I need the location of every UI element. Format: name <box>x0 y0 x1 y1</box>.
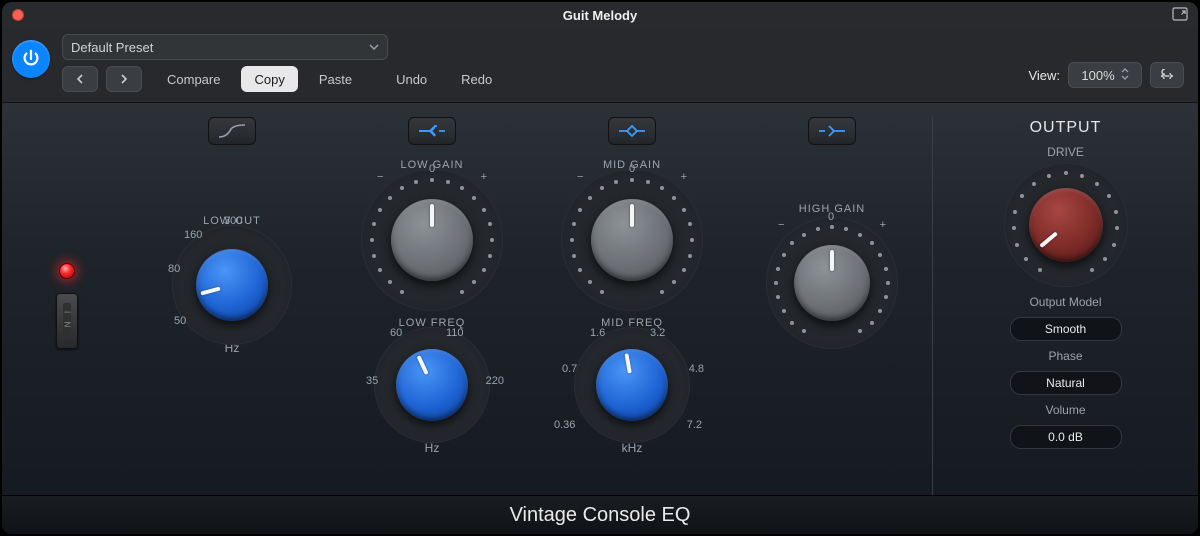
low-freq-unit: Hz <box>425 441 440 455</box>
high-enable-button[interactable] <box>808 117 856 145</box>
bell-icon <box>617 123 647 139</box>
stepper-sort-icon <box>1121 68 1129 83</box>
phase-label: Phase <box>1048 349 1082 363</box>
chevron-down-icon <box>369 40 379 55</box>
plugin-panel: I N LOW CUT <box>2 103 1198 534</box>
in-switch[interactable]: I N <box>56 293 78 349</box>
section-mid: MID GAIN − 0 + MID FREQ <box>532 117 732 495</box>
low-enable-button[interactable] <box>408 117 456 145</box>
highpass-icon <box>217 123 247 139</box>
mid-gain-plus: + <box>681 171 687 183</box>
signal-led <box>59 263 75 279</box>
midfreq-036: 0.36 <box>554 419 575 431</box>
lowfreq-110: 110 <box>446 327 464 339</box>
window-title: Guit Melody <box>563 8 637 23</box>
lowfreq-220: 220 <box>486 375 504 387</box>
view-label: View: <box>1028 68 1060 83</box>
plugin-footer: Vintage Console EQ <box>2 495 1198 534</box>
high-gain-zero: 0 <box>828 211 834 223</box>
phase-value: Natural <box>1046 376 1085 390</box>
section-output: OUTPUT DRIVE Output Model Smooth <box>932 117 1198 495</box>
volume-field[interactable]: 0.0 dB <box>1010 425 1122 449</box>
output-model-select[interactable]: Smooth <box>1010 317 1122 341</box>
view-zoom-value: 100% <box>1081 68 1114 83</box>
input-strip: I N <box>2 117 132 495</box>
midfreq-07: 0.7 <box>562 363 577 375</box>
midfreq-32: 3.2 <box>650 327 665 339</box>
low-gain-knob[interactable] <box>365 173 499 307</box>
lowcut-freq-knob[interactable] <box>180 233 284 337</box>
prev-preset-button[interactable] <box>62 66 98 92</box>
mid-freq-unit: kHz <box>622 441 643 455</box>
toolbar-left: Default Preset Compare Copy Paste Undo R… <box>62 34 505 92</box>
low-freq-knob[interactable] <box>380 333 484 437</box>
lowfreq-60: 60 <box>390 327 402 339</box>
lowcut-enable-button[interactable] <box>208 117 256 145</box>
high-gain-minus: − <box>778 219 784 231</box>
output-title: OUTPUT <box>1030 119 1102 137</box>
preset-name: Default Preset <box>71 40 153 55</box>
eq-sections: LOW CUT 50 80 160 300 Hz <box>132 117 1198 495</box>
section-low: LOW GAIN − 0 + LOW FREQ <box>332 117 532 495</box>
copy-button[interactable]: Copy <box>241 66 297 92</box>
titlebar: Guit Melody <box>2 2 1198 28</box>
highshelf-icon <box>817 123 847 139</box>
mid-gain-knob[interactable] <box>565 173 699 307</box>
tick-50: 50 <box>174 315 186 327</box>
volume-label: Volume <box>1045 403 1085 417</box>
undo-button[interactable]: Undo <box>383 66 440 92</box>
lowshelf-icon <box>417 123 447 139</box>
view-zoom-select[interactable]: 100% <box>1068 62 1142 88</box>
output-model-label: Output Model <box>1029 295 1101 309</box>
low-gain-plus: + <box>481 171 487 183</box>
high-gain-knob[interactable] <box>770 221 894 345</box>
mid-gain-minus: − <box>577 171 583 183</box>
toolbar-buttons: Compare Copy Paste Undo Redo <box>62 66 505 92</box>
plugin-name: Vintage Console EQ <box>510 504 691 527</box>
power-button[interactable] <box>12 40 50 78</box>
midfreq-48: 4.8 <box>689 363 704 375</box>
in-switch-label: I N <box>63 303 71 339</box>
paste-button[interactable]: Paste <box>306 66 365 92</box>
low-gain-zero: 0 <box>429 163 435 175</box>
link-button[interactable] <box>1150 62 1184 88</box>
mid-enable-button[interactable] <box>608 117 656 145</box>
volume-value: 0.0 dB <box>1048 430 1083 444</box>
toolbar-right: View: 100% <box>1028 62 1184 88</box>
fullscreen-icon[interactable] <box>1172 7 1188 26</box>
mid-freq-knob[interactable] <box>580 333 684 437</box>
section-high: HIGH GAIN − 0 + <box>732 117 932 495</box>
output-model-value: Smooth <box>1045 322 1086 336</box>
mid-gain-zero: 0 <box>629 163 635 175</box>
lowfreq-35: 35 <box>366 375 378 387</box>
close-window-button[interactable] <box>12 9 24 21</box>
tick-300: 300 <box>224 215 242 227</box>
midfreq-72: 7.2 <box>687 419 702 431</box>
preset-select[interactable]: Default Preset <box>62 34 388 60</box>
plugin-window: Guit Melody Default Preset <box>2 2 1198 534</box>
toolbar: Default Preset Compare Copy Paste Undo R… <box>2 28 1198 103</box>
next-preset-button[interactable] <box>106 66 142 92</box>
section-lowcut: LOW CUT 50 80 160 300 Hz <box>132 117 332 495</box>
tick-80: 80 <box>168 263 180 275</box>
high-gain-plus: + <box>880 219 886 231</box>
midfreq-16: 1.6 <box>590 327 605 339</box>
drive-label: DRIVE <box>1047 145 1084 159</box>
compare-button[interactable]: Compare <box>154 66 233 92</box>
low-gain-minus: − <box>377 171 383 183</box>
drive-knob[interactable] <box>1008 167 1124 283</box>
tick-160: 160 <box>184 229 202 241</box>
redo-button[interactable]: Redo <box>448 66 505 92</box>
phase-select[interactable]: Natural <box>1010 371 1122 395</box>
